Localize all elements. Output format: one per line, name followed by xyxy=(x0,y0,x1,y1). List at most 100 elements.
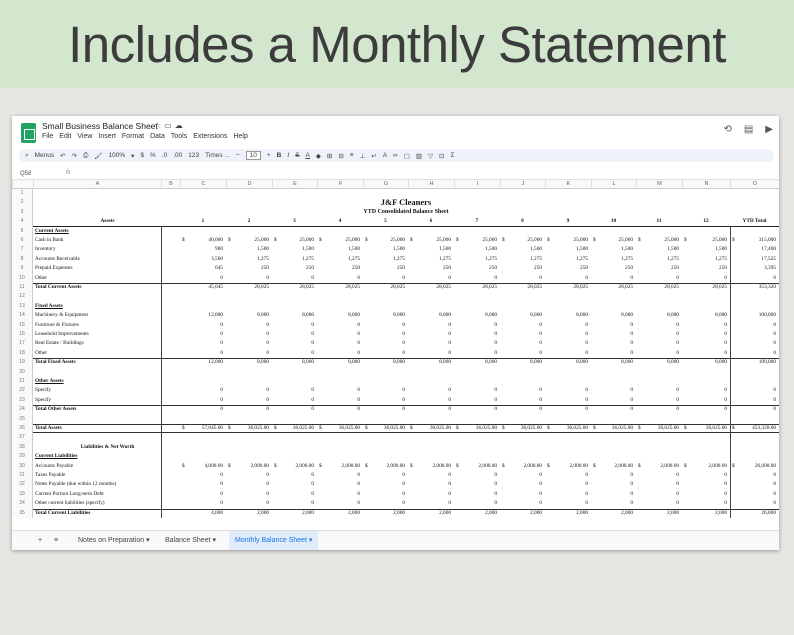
comment-icon[interactable]: ▤ xyxy=(744,124,753,135)
row-number[interactable]: 34 xyxy=(12,499,33,509)
cell-value[interactable]: 0 xyxy=(545,274,588,283)
cell-value[interactable]: 1,275 xyxy=(226,255,269,264)
cell-value[interactable]: 0 xyxy=(226,321,269,330)
cell-value[interactable]: 250 xyxy=(636,264,679,273)
cell-value[interactable]: 0 xyxy=(636,349,679,358)
cell-value[interactable]: 0 xyxy=(272,480,314,489)
sheets-logo-icon[interactable] xyxy=(21,123,36,143)
increase-decimal-button[interactable]: .00 xyxy=(173,152,182,159)
cell-value[interactable]: 8,000 xyxy=(500,358,542,367)
cell-value[interactable]: 250 xyxy=(226,264,269,273)
cell-value[interactable]: 0 xyxy=(454,330,497,339)
search-icon[interactable]: ⌕ xyxy=(25,152,29,160)
cell-value[interactable]: 0 xyxy=(636,396,679,405)
cell-value[interactable]: 26,000.00 xyxy=(730,462,776,471)
cell-value[interactable]: 250 xyxy=(272,264,314,273)
cell-value[interactable]: 0 xyxy=(591,490,633,499)
cell-value[interactable]: 0 xyxy=(363,321,405,330)
cell-value[interactable]: 8,000 xyxy=(317,311,360,320)
menus-search[interactable]: Menus xyxy=(35,152,55,159)
cell-value[interactable]: 0 xyxy=(363,386,405,395)
cell-value[interactable]: 0 xyxy=(317,321,360,330)
cell-value[interactable]: 0 xyxy=(545,471,588,480)
cell-value[interactable]: 0 xyxy=(545,405,588,414)
cell-value[interactable]: 2,000.00 xyxy=(272,462,314,471)
column-header-b[interactable]: B xyxy=(161,180,180,189)
star-icon[interactable]: ☆ xyxy=(154,121,164,130)
cell-value[interactable]: 12,000 xyxy=(180,358,223,367)
cell-value[interactable]: 0 xyxy=(500,386,542,395)
cell-value[interactable]: 8,000 xyxy=(636,358,679,367)
cell-value[interactable]: 0 xyxy=(180,396,223,405)
meet-icon[interactable]: ▶ xyxy=(765,124,773,135)
cell-value[interactable]: 2,000.00 xyxy=(408,462,451,471)
cell-value[interactable]: 25,000 xyxy=(682,236,727,245)
cell-value[interactable]: 26,000 xyxy=(730,509,776,518)
cell-value[interactable]: 0 xyxy=(272,405,314,414)
cell-value[interactable]: 28,025 xyxy=(226,283,269,292)
row-number[interactable]: 10 xyxy=(12,273,33,283)
cell-value[interactable]: 1,275 xyxy=(363,255,405,264)
redo-icon[interactable]: ↷ xyxy=(72,152,77,160)
chart-icon[interactable]: ▥ xyxy=(416,152,422,160)
cell-value[interactable]: 250 xyxy=(363,264,405,273)
cell-value[interactable]: 1,275 xyxy=(682,255,727,264)
column-header-e[interactable]: E xyxy=(272,180,317,189)
cell-value[interactable]: 1,275 xyxy=(408,255,451,264)
cell-value[interactable]: 0 xyxy=(636,330,679,339)
cell-value[interactable]: 1,275 xyxy=(500,255,542,264)
cell-value[interactable]: 8,000 xyxy=(636,311,679,320)
cell-value[interactable]: 0 xyxy=(682,330,727,339)
cell-value[interactable]: 1,500 xyxy=(408,245,451,254)
cell-value[interactable]: 0 xyxy=(591,499,633,508)
row-number[interactable]: 14 xyxy=(12,311,33,321)
cell-value[interactable]: 900 xyxy=(180,245,223,254)
cell-value[interactable]: 2,000 xyxy=(226,509,269,518)
cell-value[interactable]: 0 xyxy=(454,480,497,489)
column-header-i[interactable]: I xyxy=(454,180,500,189)
cell-value[interactable]: 0 xyxy=(180,274,223,283)
cell-value[interactable]: 0 xyxy=(682,321,727,330)
font-size-plus-button[interactable]: + xyxy=(267,152,271,159)
cell-value[interactable]: 0 xyxy=(408,405,451,414)
cell-value[interactable]: 0 xyxy=(180,339,223,348)
cell-value[interactable]: 0 xyxy=(682,339,727,348)
row-number[interactable]: 11 xyxy=(12,283,33,293)
currency-button[interactable]: $ xyxy=(140,152,144,159)
row-number[interactable]: 27 xyxy=(12,433,33,443)
cell-value[interactable]: 0 xyxy=(730,274,776,283)
row-number[interactable]: 5 xyxy=(12,226,33,236)
cell-value[interactable]: 3,395 xyxy=(730,264,776,273)
cell-value[interactable]: 0 xyxy=(591,274,633,283)
row-number[interactable]: 26 xyxy=(12,424,33,434)
cell-value[interactable]: 0 xyxy=(591,480,633,489)
cell-value[interactable]: 0 xyxy=(363,480,405,489)
menu-data[interactable]: Data xyxy=(150,133,165,140)
cell-value[interactable]: 1,500 xyxy=(363,245,405,254)
cell-value[interactable]: 2,000 xyxy=(682,509,727,518)
cell-value[interactable]: 0 xyxy=(180,321,223,330)
cell-value[interactable]: 28,025 xyxy=(591,283,633,292)
cell-value[interactable]: 0 xyxy=(500,405,542,414)
undo-icon[interactable]: ↶ xyxy=(60,152,65,160)
cell-value[interactable]: 1,500 xyxy=(226,245,269,254)
row-number[interactable]: 29 xyxy=(12,452,33,462)
cell-value[interactable]: 0 xyxy=(454,321,497,330)
column-header-l[interactable]: L xyxy=(591,180,636,189)
row-number[interactable]: 13 xyxy=(12,301,33,312)
merge-icon[interactable]: ⊟ xyxy=(338,152,343,160)
cell-value[interactable]: 2,000 xyxy=(272,509,314,518)
cell-value[interactable]: 1,500 xyxy=(545,245,588,254)
cell-value[interactable]: 0 xyxy=(591,396,633,405)
cell-value[interactable]: 0 xyxy=(363,349,405,358)
cell-value[interactable]: 0 xyxy=(591,321,633,330)
cell-value[interactable]: 0 xyxy=(636,405,679,414)
cell-value[interactable]: 0 xyxy=(180,330,223,339)
cell-value[interactable]: 8,000 xyxy=(591,311,633,320)
cell-value[interactable]: 28,025 xyxy=(636,283,679,292)
strikethrough-button[interactable]: S xyxy=(295,152,299,159)
cell-value[interactable]: 0 xyxy=(408,386,451,395)
cell-value[interactable]: 0 xyxy=(500,339,542,348)
cell-value[interactable]: 250 xyxy=(682,264,727,273)
cell-value[interactable]: 0 xyxy=(500,396,542,405)
